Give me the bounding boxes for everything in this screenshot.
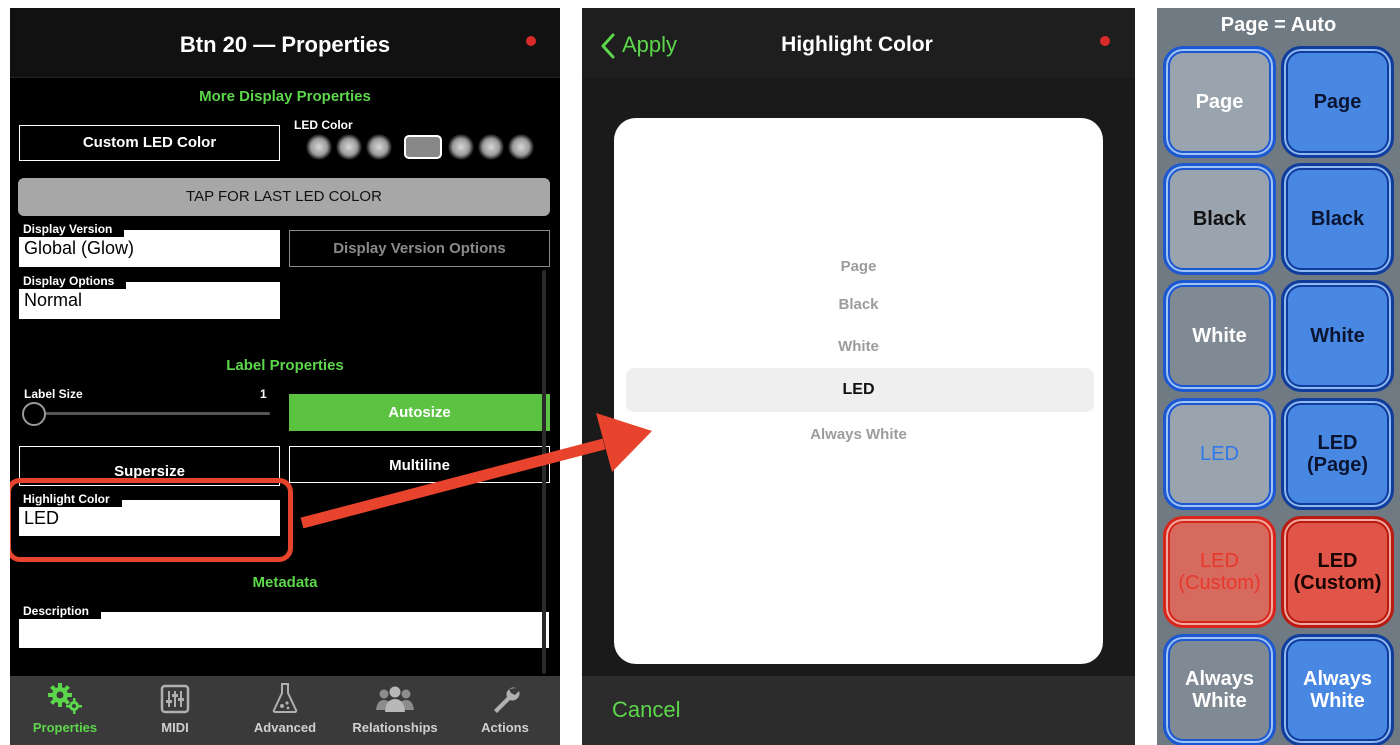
page-mode-title: Page = Auto	[1220, 14, 1337, 36]
gears-icon	[48, 683, 82, 714]
mixer-icon	[160, 684, 190, 714]
tab-label: Properties	[32, 720, 98, 735]
tab-midi[interactable]: MIDI	[120, 676, 230, 745]
pad-black[interactable]: Black	[1163, 163, 1276, 275]
highlight-callout-box	[10, 478, 293, 562]
flask-icon	[272, 683, 298, 713]
led-color-swatch[interactable]	[448, 134, 474, 160]
autosize-button[interactable]: Autosize	[289, 394, 550, 431]
label-size-label: Label Size	[24, 387, 83, 401]
led-color-swatch[interactable]	[366, 134, 392, 160]
tab-label: Advanced	[253, 720, 317, 735]
picker-card: Page Black White LED Always White	[614, 118, 1103, 664]
tab-label: MIDI	[161, 720, 189, 735]
description-label: Description	[19, 604, 102, 619]
display-version-label: Display Version	[19, 222, 125, 237]
properties-panel: Btn 20 — Properties More Display Propert…	[10, 8, 560, 745]
label-size-value: 1	[260, 387, 267, 401]
section-title-label-properties: Label Properties	[226, 357, 344, 374]
led-color-label: LED Color	[294, 118, 353, 132]
led-color-swatch[interactable]	[478, 134, 504, 160]
wrench-icon	[494, 687, 520, 713]
multiline-button[interactable]: Multiline	[289, 446, 550, 483]
tab-relationships[interactable]: Relationships	[340, 676, 450, 745]
tab-bar: Properties MIDI Advanced Relationships A…	[10, 676, 560, 745]
page-title: Highlight Color	[781, 33, 933, 56]
pad-page-led[interactable]: Page	[1281, 46, 1394, 158]
section-title-metadata: Metadata	[252, 574, 318, 591]
pad-white[interactable]: White	[1163, 280, 1276, 392]
picker-option-led[interactable]: LED	[614, 381, 1103, 399]
highlight-color-panel: Apply Highlight Color Page Black White L…	[582, 8, 1135, 745]
tap-last-led-button[interactable]: TAP FOR LAST LED COLOR	[18, 178, 550, 216]
picker-footer: Cancel	[582, 676, 1135, 745]
custom-led-color-button[interactable]: Custom LED Color	[19, 125, 280, 161]
led-color-picker[interactable]	[306, 132, 536, 162]
picker-option-page[interactable]: Page	[614, 258, 1103, 275]
chevron-left-icon	[601, 33, 615, 59]
picker-option-black[interactable]: Black	[614, 296, 1103, 313]
pad-black-led[interactable]: Black	[1281, 163, 1394, 275]
tab-properties[interactable]: Properties	[10, 676, 120, 745]
pad-white-led[interactable]: White	[1281, 280, 1394, 392]
label-size-slider-track[interactable]	[34, 412, 270, 415]
pad-always-white-led[interactable]: Always White	[1281, 634, 1394, 745]
led-color-selected-swatch[interactable]	[404, 135, 442, 159]
pad-page[interactable]: Page	[1163, 46, 1276, 158]
tab-label: Actions	[481, 720, 529, 735]
pad-led[interactable]: LED	[1163, 398, 1276, 510]
section-title-more-display: More Display Properties	[199, 88, 371, 105]
picker-option-always-white[interactable]: Always White	[614, 426, 1103, 443]
pad-led-page[interactable]: LED (Page)	[1281, 398, 1394, 510]
people-icon	[376, 686, 414, 712]
tab-advanced[interactable]: Advanced	[230, 676, 340, 745]
pad-preview-panel: Page = Auto Page Page Black Black White …	[1157, 8, 1400, 745]
pad-led-custom-led[interactable]: LED (Custom)	[1281, 516, 1394, 628]
display-options-label: Display Options	[19, 274, 127, 289]
label-size-slider-thumb[interactable]	[22, 402, 46, 426]
tab-actions[interactable]: Actions	[450, 676, 560, 745]
picker-option-white[interactable]: White	[614, 338, 1103, 355]
apply-label: Apply	[622, 32, 678, 57]
led-color-swatch[interactable]	[508, 134, 534, 160]
cancel-button[interactable]: Cancel	[612, 697, 680, 723]
pad-always-white[interactable]: Always White	[1163, 634, 1276, 745]
scrollbar[interactable]	[542, 270, 546, 674]
led-color-swatch[interactable]	[336, 134, 362, 160]
page-title: Btn 20 — Properties	[179, 32, 391, 57]
tab-label: Relationships	[352, 720, 438, 735]
status-indicator-dot	[526, 36, 536, 46]
status-indicator-dot	[1100, 36, 1110, 46]
led-color-swatch[interactable]	[306, 134, 332, 160]
display-version-options-button[interactable]: Display Version Options	[289, 230, 550, 267]
pad-led-custom[interactable]: LED (Custom)	[1163, 516, 1276, 628]
